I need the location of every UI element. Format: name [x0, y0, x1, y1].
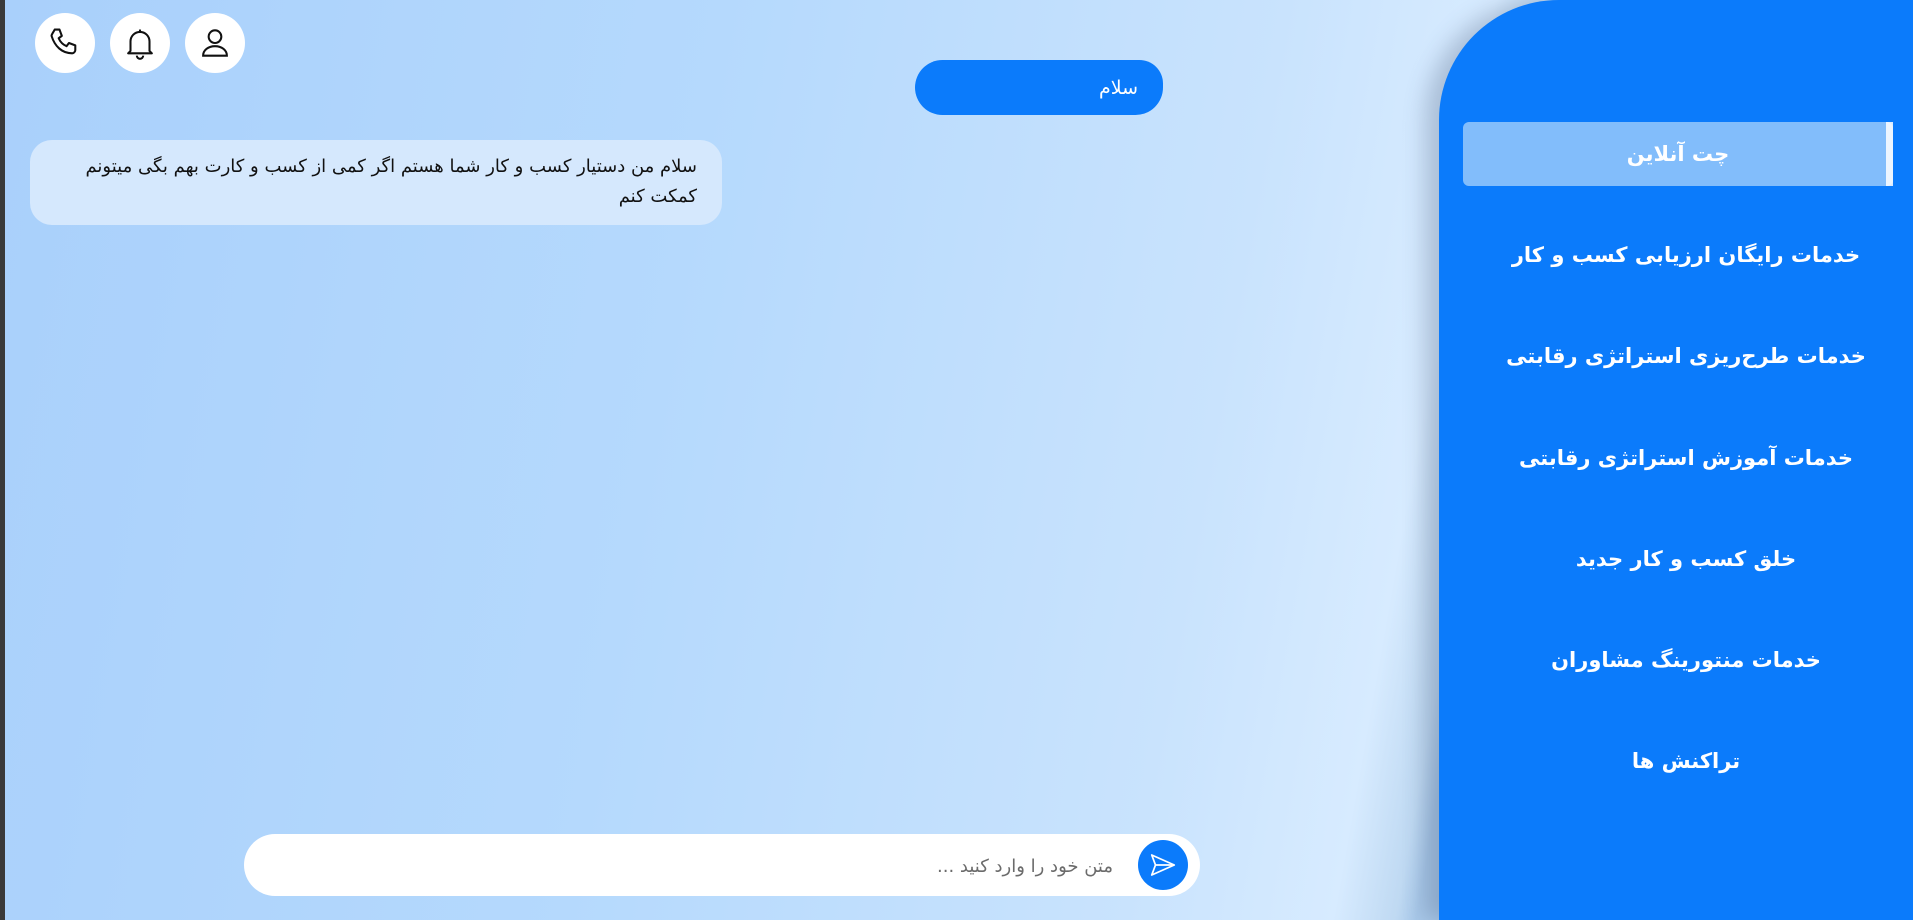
sidebar-item-strategy-planning[interactable]: خدمات طرح‌ریزی استراتژی رقابتی: [1439, 324, 1913, 388]
sidebar-item-label: خدمات منتورینگ مشاوران: [1551, 648, 1821, 672]
sidebar-item-online-chat[interactable]: چت آنلاین: [1463, 122, 1893, 186]
sidebar-item-label: خدمات آموزش استراتژی رقابتی: [1519, 446, 1853, 470]
message-composer: [244, 834, 1200, 896]
send-icon: [1150, 854, 1176, 876]
bot-message-bubble: سلام من دستیار کسب و کار شما هستم اگر کم…: [30, 140, 722, 225]
sidebar-item-label: خدمات رایگان ارزیابی کسب و کار: [1511, 243, 1861, 267]
phone-icon: [50, 28, 77, 55]
sidebar-item-strategy-training[interactable]: خدمات آموزش استراتژی رقابتی: [1439, 426, 1913, 490]
sidebar-item-label: خلق کسب و کار جدید: [1575, 547, 1797, 571]
message-input[interactable]: [291, 845, 1115, 887]
sidebar-item-free-assessment[interactable]: خدمات رایگان ارزیابی کسب و کار: [1439, 223, 1913, 287]
sidebar-item-label: تراکنش ها: [1631, 749, 1741, 773]
sidebar-item-label: خدمات طرح‌ریزی استراتژی رقابتی: [1506, 344, 1866, 368]
sidebar-item-new-business[interactable]: خلق کسب و کار جدید: [1439, 527, 1913, 591]
user-icon: [202, 29, 228, 57]
profile-button[interactable]: [185, 13, 245, 73]
sidebar-item-mentoring[interactable]: خدمات منتورینگ مشاوران: [1439, 628, 1913, 692]
sidebar-item-label: چت آنلاین: [1626, 142, 1730, 166]
user-message-bubble: سلام: [915, 60, 1163, 115]
sidebar-item-transactions[interactable]: تراکنش ها: [1439, 729, 1913, 793]
bell-icon: [127, 29, 153, 60]
user-message-text: سلام: [1098, 76, 1138, 99]
bot-message-text: سلام من دستیار کسب و کار شما هستم اگر کم…: [85, 156, 697, 207]
send-button[interactable]: [1138, 840, 1188, 890]
notification-button[interactable]: [110, 13, 170, 73]
phone-button[interactable]: [35, 13, 95, 73]
sidebar: چت آنلاین خدمات رایگان ارزیابی کسب و کار…: [1439, 0, 1913, 920]
app-window: سلام سلام من دستیار کسب و کار شما هستم ا…: [5, 0, 1913, 920]
